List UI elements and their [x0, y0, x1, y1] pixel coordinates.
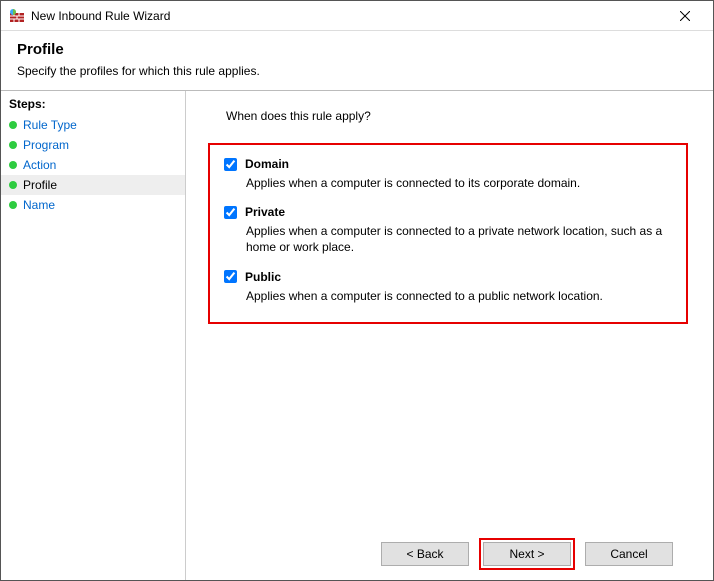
- content-prompt: When does this rule apply?: [226, 109, 689, 123]
- step-name[interactable]: Name: [1, 195, 185, 215]
- public-desc: Applies when a computer is connected to …: [246, 288, 672, 304]
- close-button[interactable]: [665, 2, 705, 30]
- private-desc: Applies when a computer is connected to …: [246, 223, 672, 255]
- step-rule-type[interactable]: Rule Type: [1, 115, 185, 135]
- bullet-icon: [9, 201, 17, 209]
- wizard-window: New Inbound Rule Wizard Profile Specify …: [0, 0, 714, 581]
- wizard-footer: < Back Next > Cancel: [226, 528, 689, 580]
- bullet-icon: [9, 181, 17, 189]
- step-label: Name: [23, 198, 55, 212]
- step-label: Profile: [23, 178, 57, 192]
- domain-label: Domain: [245, 157, 289, 171]
- domain-desc: Applies when a computer is connected to …: [246, 175, 672, 191]
- public-checkbox[interactable]: [224, 270, 237, 283]
- close-icon: [680, 11, 690, 21]
- content-panel: When does this rule apply? Domain Applie…: [186, 91, 713, 580]
- back-button[interactable]: < Back: [381, 542, 469, 566]
- page-title: Profile: [17, 41, 697, 58]
- step-action[interactable]: Action: [1, 155, 185, 175]
- step-label: Program: [23, 138, 69, 152]
- wizard-body: Steps: Rule Type Program Action Profile …: [1, 90, 713, 580]
- profile-option-public: Public Applies when a computer is connec…: [224, 270, 672, 304]
- next-button-highlight: Next >: [479, 538, 575, 570]
- bullet-icon: [9, 121, 17, 129]
- domain-checkbox[interactable]: [224, 158, 237, 171]
- step-profile[interactable]: Profile: [1, 175, 185, 195]
- steps-sidebar: Steps: Rule Type Program Action Profile …: [1, 91, 186, 580]
- cancel-button[interactable]: Cancel: [585, 542, 673, 566]
- step-program[interactable]: Program: [1, 135, 185, 155]
- profiles-highlight: Domain Applies when a computer is connec…: [208, 143, 688, 324]
- window-title: New Inbound Rule Wizard: [31, 9, 665, 23]
- profile-option-domain: Domain Applies when a computer is connec…: [224, 157, 672, 191]
- step-label: Rule Type: [23, 118, 77, 132]
- wizard-header: Profile Specify the profiles for which t…: [1, 31, 713, 90]
- next-button[interactable]: Next >: [483, 542, 571, 566]
- page-subtext: Specify the profiles for which this rule…: [17, 64, 697, 78]
- step-label: Action: [23, 158, 56, 172]
- titlebar: New Inbound Rule Wizard: [1, 1, 713, 31]
- private-checkbox[interactable]: [224, 206, 237, 219]
- profile-option-private: Private Applies when a computer is conne…: [224, 205, 672, 255]
- private-label: Private: [245, 205, 285, 219]
- firewall-icon: [9, 8, 25, 24]
- public-label: Public: [245, 270, 281, 284]
- steps-heading: Steps:: [1, 97, 185, 115]
- bullet-icon: [9, 141, 17, 149]
- bullet-icon: [9, 161, 17, 169]
